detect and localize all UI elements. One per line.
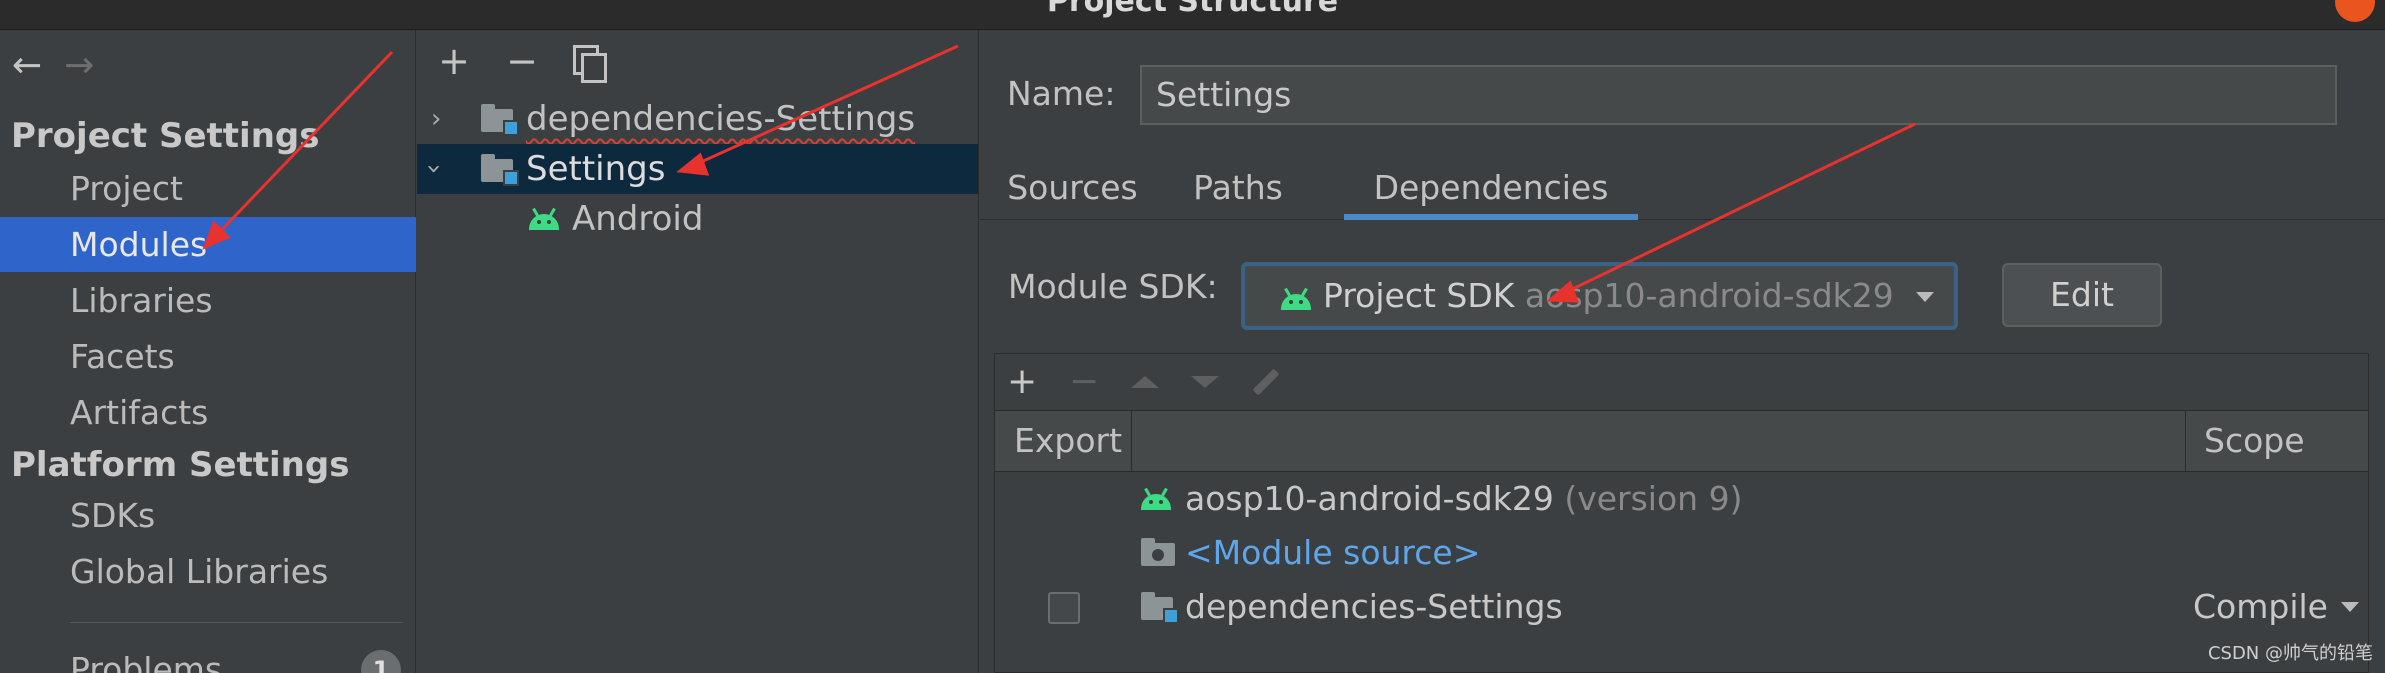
table-row[interactable]: dependencies-Settings Compile: [995, 580, 2368, 634]
dependency-name: dependencies-Settings: [1185, 587, 1563, 626]
tab-paths[interactable]: Paths: [1183, 160, 1293, 220]
nav-arrows: ← →: [12, 46, 94, 86]
tab-dependencies[interactable]: Dependencies: [1344, 160, 1638, 220]
copy-icon[interactable]: [573, 45, 607, 83]
column-scope[interactable]: Scope: [2185, 411, 2368, 471]
dependencies-toolbar: + −: [1007, 354, 1281, 410]
module-folder-icon: [481, 104, 519, 136]
move-up-icon[interactable]: [1131, 376, 1159, 388]
nav-item-project[interactable]: Project: [0, 161, 416, 216]
arrow-right-icon[interactable]: →: [64, 46, 94, 86]
nav-item-problems[interactable]: Problems: [0, 642, 416, 673]
module-sdk-label: Module SDK:: [1008, 267, 1218, 306]
chevron-down-icon[interactable]: [1916, 292, 1934, 302]
watermark: CSDN @帅气的铅笔: [2207, 643, 2373, 664]
nav-item-global-libraries[interactable]: Global Libraries: [0, 544, 416, 599]
move-down-icon[interactable]: [1191, 376, 1219, 388]
edit-dependency-icon[interactable]: [1252, 368, 1280, 396]
title-bar: Project Structure: [0, 0, 2385, 30]
table-row[interactable]: <Module source>: [995, 526, 2368, 580]
module-folder-icon: [1141, 592, 1179, 624]
module-folder-icon: [481, 154, 519, 186]
name-label: Name:: [1007, 74, 1116, 113]
arrow-left-icon[interactable]: ←: [12, 46, 42, 86]
nav-item-facets[interactable]: Facets: [0, 329, 416, 384]
chevron-down-icon[interactable]: [2341, 602, 2359, 612]
remove-dependency-icon[interactable]: −: [1069, 354, 1099, 410]
module-name-input[interactable]: Settings: [1140, 65, 2337, 125]
scope-select[interactable]: Compile: [2193, 580, 2328, 634]
source-folder-icon: [1141, 538, 1175, 566]
table-row[interactable]: aosp10-android-sdk29 (version 9): [995, 472, 2368, 526]
table-header: Export Scope: [995, 410, 2368, 472]
android-icon: [1141, 487, 1171, 510]
chevron-right-icon[interactable]: ›: [431, 94, 441, 144]
dependency-name: <Module source>: [1185, 533, 1481, 572]
tree-row-dependencies-settings[interactable]: › dependencies-Settings: [417, 94, 978, 144]
export-checkbox[interactable]: [1048, 592, 1080, 624]
tree-row-android[interactable]: Android: [417, 194, 978, 244]
module-sdk-select[interactable]: Project SDK aosp10-android-sdk29: [1241, 262, 1958, 330]
nav-item-libraries[interactable]: Libraries: [0, 273, 416, 328]
project-settings-header: Project Settings: [11, 116, 320, 156]
tab-sources[interactable]: Sources: [1000, 160, 1145, 220]
tree-row-settings[interactable]: › Settings: [417, 144, 978, 194]
dependencies-table: + − Export Scope aosp10-android-sdk29 (v…: [994, 353, 2369, 673]
module-tree-panel: + − › dependencies-Settings › Settings A…: [417, 30, 979, 673]
platform-settings-header: Platform Settings: [11, 445, 350, 485]
dependency-name: aosp10-android-sdk29 (version 9): [1185, 479, 1743, 518]
nav-item-sdks[interactable]: SDKs: [0, 488, 416, 543]
window-title: Project Structure: [1046, 0, 1339, 19]
edit-sdk-button[interactable]: Edit: [2002, 263, 2162, 327]
add-icon[interactable]: +: [437, 40, 471, 82]
column-export[interactable]: Export: [995, 411, 1132, 471]
sdk-value: Project SDK aosp10-android-sdk29: [1323, 276, 1894, 315]
nav-divider: [70, 622, 403, 623]
tree-label: Android: [572, 199, 704, 239]
nav-item-modules[interactable]: Modules: [0, 217, 416, 272]
module-detail-panel: Name: Settings Sources Paths Dependencie…: [980, 30, 2385, 673]
tree-label: Settings: [526, 149, 666, 189]
remove-icon[interactable]: −: [505, 40, 539, 82]
nav-item-artifacts[interactable]: Artifacts: [0, 385, 416, 440]
android-icon: [1281, 287, 1311, 310]
settings-nav: ← → Project Settings Project Modules Lib…: [0, 30, 416, 673]
chevron-down-icon[interactable]: ›: [409, 164, 459, 174]
tree-toolbar: + −: [437, 40, 607, 83]
add-dependency-icon[interactable]: +: [1007, 354, 1037, 410]
android-icon: [529, 207, 559, 230]
module-tabs: Sources Paths Dependencies: [980, 160, 2385, 220]
tree-label: dependencies-Settings: [526, 99, 916, 139]
